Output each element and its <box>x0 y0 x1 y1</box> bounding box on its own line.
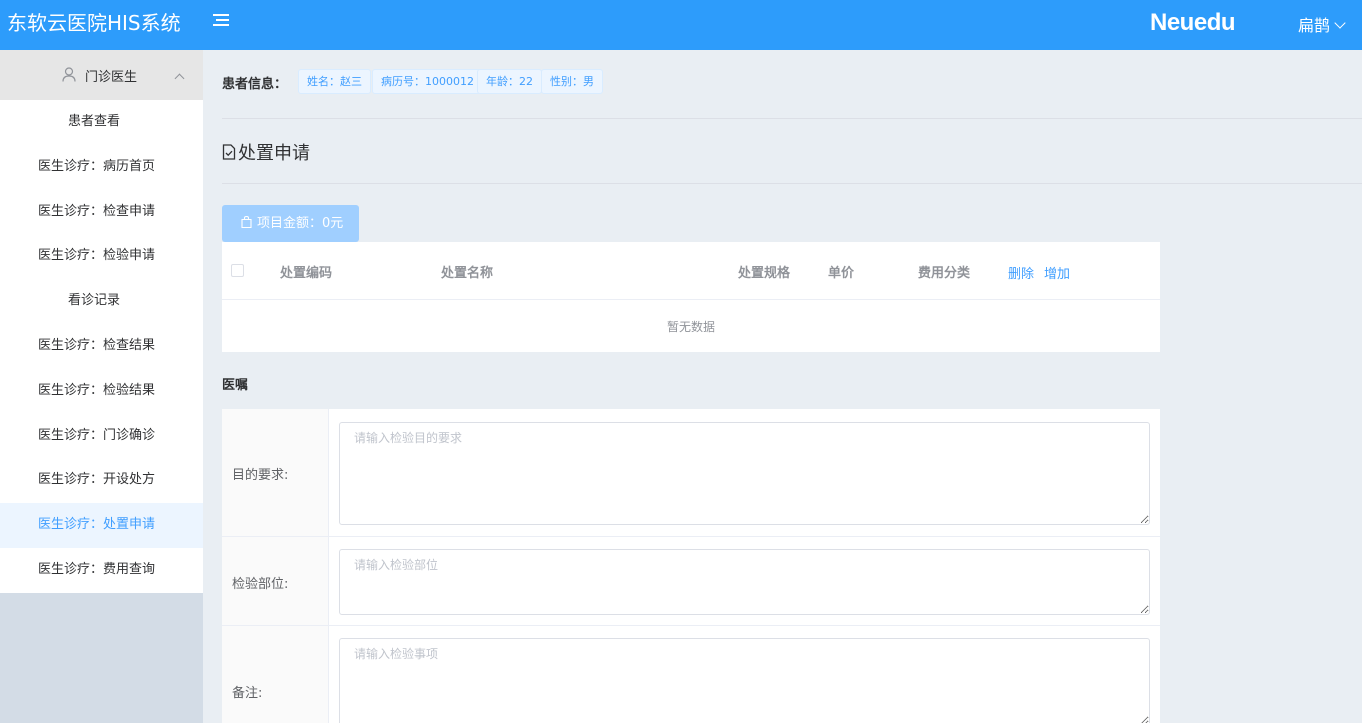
sidebar: 门诊医生 患者查看 医生诊疗：病历首页 医生诊疗：检查申请 医生诊疗：检验申请 … <box>0 50 203 723</box>
form-label-cell: 目的要求: <box>222 409 329 536</box>
site-textarea[interactable] <box>339 549 1150 615</box>
form-row-site: 检验部位: <box>222 537 1160 626</box>
sidebar-item-lab-request[interactable]: 医生诊疗：检验申请 <box>0 234 203 279</box>
column-header-name: 处置名称 <box>441 266 494 281</box>
page-title-text: 处置申请 <box>238 143 310 164</box>
document-check-icon <box>222 144 236 160</box>
chevron-up-icon <box>174 73 185 84</box>
table-empty-text: 暂无数据 <box>666 320 715 334</box>
column-header-code: 处置编码 <box>280 266 333 281</box>
sidebar-item-prescription[interactable]: 医生诊疗：开设处方 <box>0 458 203 503</box>
remark-label: 备注: <box>232 686 263 701</box>
sidebar-item-treatment-request[interactable]: 医生诊疗：处置申请 <box>0 503 203 548</box>
sidebar-item-patient-view[interactable]: 患者查看 <box>0 100 203 145</box>
patient-age-tag: 年龄：22 <box>477 69 542 94</box>
patient-record-no-tag: 病历号：1000012 <box>372 69 483 94</box>
project-amount-button[interactable]: 项目金额：0元 <box>222 205 359 242</box>
user-icon <box>62 67 76 82</box>
user-name: 扁鹊 <box>1298 16 1331 35</box>
sidebar-item-exam-results[interactable]: 医生诊疗：检查结果 <box>0 324 203 369</box>
purpose-label: 目的要求: <box>232 468 289 483</box>
table-header: 处置编码 处置名称 处置规格 单价 费用分类 删除 增加 <box>222 242 1160 300</box>
sidebar-item-fee-query[interactable]: 医生诊疗：费用查询 <box>0 548 203 593</box>
treatment-table: 处置编码 处置名称 处置规格 单价 费用分类 删除 增加 暂无数据 <box>222 242 1160 352</box>
project-amount-label: 项目金额：0元 <box>257 216 344 231</box>
sidebar-item-lab-results[interactable]: 医生诊疗：检验结果 <box>0 369 203 414</box>
form-row-remark: 备注: <box>222 626 1160 723</box>
sidebar-group-outpatient-doctor[interactable]: 门诊医生 <box>0 50 203 100</box>
column-header-spec: 处置规格 <box>738 266 791 281</box>
divider <box>222 183 1362 184</box>
column-header-price: 单价 <box>828 266 855 281</box>
user-menu[interactable]: 扁鹊 <box>1298 12 1346 36</box>
menu-toggle-icon[interactable] <box>213 13 231 29</box>
form-label-cell: 备注: <box>222 626 329 723</box>
sidebar-item-diagnosis-confirm[interactable]: 医生诊疗：门诊确诊 <box>0 414 203 459</box>
chevron-down-icon <box>1334 17 1346 29</box>
remark-textarea[interactable] <box>339 638 1150 723</box>
page-title: 处置申请 <box>222 139 310 165</box>
brand-logo: Neuedu <box>1150 9 1236 36</box>
site-label: 检验部位: <box>232 577 289 592</box>
sidebar-item-visit-records[interactable]: 看诊记录 <box>0 279 203 324</box>
shopping-bag-icon <box>241 216 252 228</box>
sidebar-item-medical-record-home[interactable]: 医生诊疗：病历首页 <box>0 145 203 190</box>
column-header-category: 费用分类 <box>918 266 971 281</box>
orders-section-title: 医嘱 <box>222 378 249 393</box>
sidebar-group-label: 门诊医生 <box>85 70 138 85</box>
add-button[interactable]: 增加 <box>1044 263 1070 282</box>
sidebar-item-exam-request[interactable]: 医生诊疗：检查申请 <box>0 190 203 235</box>
orders-form: 目的要求: 检验部位: 备注: <box>222 409 1160 723</box>
sidebar-menu: 患者查看 医生诊疗：病历首页 医生诊疗：检查申请 医生诊疗：检验申请 看诊记录 … <box>0 100 203 593</box>
select-all-checkbox[interactable] <box>231 264 244 277</box>
form-label-cell: 检验部位: <box>222 537 329 625</box>
patient-gender-tag: 性别：男 <box>541 69 603 94</box>
patient-name-tag: 姓名：赵三 <box>298 69 371 94</box>
app-title: 东软云医院HIS系统 <box>7 11 181 35</box>
top-header: 东软云医院HIS系统 Neuedu 扁鹊 <box>0 0 1362 50</box>
patient-info-label: 患者信息： <box>222 77 288 92</box>
delete-button[interactable]: 删除 <box>1008 263 1034 282</box>
purpose-textarea[interactable] <box>339 422 1150 525</box>
divider <box>222 118 1362 119</box>
form-row-purpose: 目的要求: <box>222 409 1160 537</box>
